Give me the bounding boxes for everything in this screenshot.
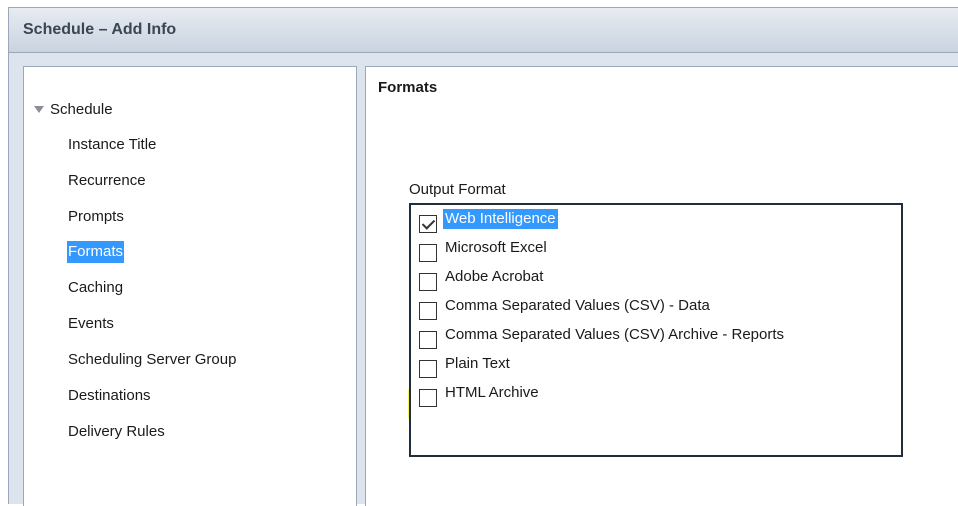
nav-item-caching[interactable]: Caching	[67, 277, 124, 299]
format-option-web-intelligence[interactable]: Web Intelligence	[419, 209, 558, 233]
format-option-label: Microsoft Excel	[445, 239, 547, 256]
dialog-body: Schedule Instance Title Recurrence Promp…	[8, 53, 958, 506]
format-option-csv-archive-reports[interactable]: Comma Separated Values (CSV) Archive - R…	[419, 325, 786, 349]
format-option-label: Comma Separated Values (CSV) - Data	[445, 297, 710, 314]
format-option-label: Comma Separated Values (CSV) Archive - R…	[445, 326, 785, 343]
title-bar: Schedule – Add Info	[8, 7, 958, 53]
format-option-plain-text[interactable]: Plain Text	[419, 354, 512, 378]
nav-item-recurrence[interactable]: Recurrence	[67, 170, 147, 192]
nav-item-scheduling-server-group[interactable]: Scheduling Server Group	[67, 349, 237, 371]
format-option-label: Adobe Acrobat	[445, 268, 544, 285]
tree-root-label: Schedule	[50, 100, 113, 118]
format-option-csv-data[interactable]: Comma Separated Values (CSV) - Data	[419, 296, 712, 320]
output-format-list[interactable]: Web Intelligence Microsoft Excel Adobe A…	[409, 203, 903, 457]
checkbox[interactable]	[419, 360, 437, 378]
checkbox-checked[interactable]	[419, 215, 437, 233]
output-format-label: Output Format	[409, 181, 506, 198]
nav-item-instance-title[interactable]: Instance Title	[67, 134, 157, 156]
format-option-label: Plain Text	[445, 355, 510, 372]
nav-item-prompts[interactable]: Prompts	[67, 206, 125, 228]
checkbox[interactable]	[419, 273, 437, 291]
format-option-label: Web Intelligence	[443, 209, 558, 229]
format-option-adobe-acrobat[interactable]: Adobe Acrobat	[419, 267, 545, 291]
format-option-microsoft-excel[interactable]: Microsoft Excel	[419, 238, 549, 262]
formats-panel: Formats Output Format Web Intelligence M…	[365, 66, 958, 506]
format-option-label: HTML Archive	[445, 384, 539, 401]
schedule-dialog: Schedule – Add Info Schedule Instance Ti…	[0, 0, 958, 506]
format-option-html-archive[interactable]: HTML Archive	[419, 383, 541, 407]
checkbox[interactable]	[419, 389, 437, 407]
nav-item-formats[interactable]: Formats	[67, 241, 125, 263]
checkbox[interactable]	[419, 331, 437, 349]
nav-tree: Schedule Instance Title Recurrence Promp…	[23, 66, 357, 506]
nav-item-delivery-rules[interactable]: Delivery Rules	[67, 421, 166, 443]
nav-item-destinations[interactable]: Destinations	[67, 385, 152, 407]
checkbox[interactable]	[419, 244, 437, 262]
tree-root-schedule[interactable]: Schedule	[34, 99, 113, 119]
checkbox[interactable]	[419, 302, 437, 320]
section-title: Formats	[378, 79, 438, 96]
expand-triangle-icon[interactable]	[34, 105, 44, 113]
dialog-title: Schedule – Add Info	[23, 21, 177, 38]
nav-item-events[interactable]: Events	[67, 313, 115, 335]
